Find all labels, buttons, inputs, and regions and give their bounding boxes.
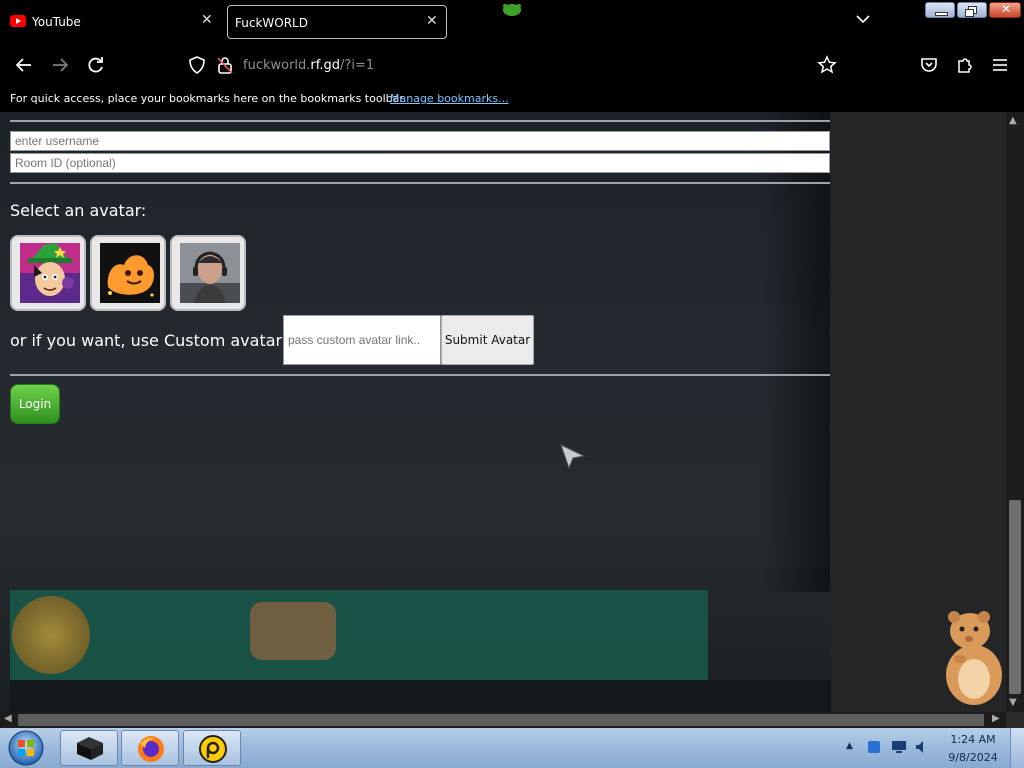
- network-tray-icon[interactable]: [891, 740, 907, 754]
- firefox-icon: [138, 736, 164, 762]
- pocket-icon[interactable]: [919, 55, 939, 75]
- show-hidden-icons-icon[interactable]: ▲: [846, 741, 853, 751]
- terminal-box-icon: [77, 737, 103, 760]
- custom-avatar-url-input[interactable]: [283, 315, 441, 365]
- forward-arrow-icon[interactable]: [50, 55, 70, 75]
- volume-tray-icon[interactable]: [914, 739, 930, 755]
- background-coin-shape: [12, 596, 90, 674]
- app-circle-icon: [199, 735, 227, 763]
- witch-avatar-image: [20, 243, 80, 303]
- scroll-down-arrow-icon[interactable]: ▼: [1009, 697, 1017, 708]
- taskbar-item-firefox[interactable]: [121, 730, 179, 766]
- custom-avatar-label: or if you want, use Custom avatar URL: [10, 331, 319, 350]
- orange-blob-avatar-image: [100, 243, 160, 303]
- divider: [10, 374, 830, 376]
- scroll-left-arrow-icon[interactable]: ◀: [4, 713, 12, 724]
- submit-avatar-button[interactable]: Submit Avatar: [441, 315, 534, 365]
- clock-date[interactable]: 9/8/2024: [942, 751, 1004, 764]
- cursor-arrow-icon: [560, 444, 586, 470]
- login-button[interactable]: Login: [10, 384, 60, 424]
- room-id-input[interactable]: [10, 153, 830, 173]
- vertical-scroll-thumb[interactable]: [1009, 500, 1021, 694]
- close-window-button[interactable]: ✕: [989, 2, 1021, 18]
- horizontal-scroll-thumb[interactable]: [18, 714, 984, 726]
- tab-bar: YouTube ✕ FuckWORLD ✕ ✕: [0, 0, 1024, 44]
- page-content: Select an avatar:: [0, 112, 1024, 712]
- hamburger-menu-icon[interactable]: [990, 55, 1010, 75]
- url-path: /?i=1: [340, 58, 375, 73]
- bookmarks-toolbar: For quick access, place your bookmarks h…: [0, 86, 1024, 112]
- tracking-shield-icon[interactable]: [187, 55, 207, 75]
- background-footer: [10, 680, 831, 712]
- scroll-right-arrow-icon[interactable]: ▶: [992, 713, 1000, 724]
- url-bar[interactable]: fuckworld.rf.gd/?i=1: [243, 58, 374, 73]
- security-tray-icon[interactable]: [866, 739, 882, 755]
- photo-avatar-image: [180, 243, 240, 303]
- clock-time[interactable]: 1:24 AM: [942, 733, 1004, 746]
- start-button-icon[interactable]: [6, 729, 46, 767]
- insecure-lock-icon[interactable]: [215, 55, 235, 75]
- avatar-option-orange-blob[interactable]: [90, 235, 166, 311]
- youtube-icon: [10, 15, 26, 27]
- list-tabs-chevron-icon[interactable]: [856, 14, 870, 24]
- avatar-option-witch[interactable]: [10, 235, 86, 311]
- background-banner: [10, 590, 708, 680]
- taskbar-item-app[interactable]: [183, 730, 241, 766]
- restore-button[interactable]: [957, 2, 987, 18]
- avatar-option-photo[interactable]: [170, 235, 246, 311]
- url-domain: rf.gd: [310, 58, 341, 73]
- back-arrow-icon[interactable]: [14, 55, 34, 75]
- divider: [10, 182, 830, 184]
- close-tab-icon[interactable]: ✕: [426, 13, 438, 29]
- background-blob-shape: [250, 602, 336, 660]
- bookmark-star-icon[interactable]: [817, 55, 837, 75]
- tab-title: YouTube: [32, 15, 81, 29]
- url-host: fuckworld.: [243, 58, 311, 73]
- taskbar: ▲ 1:24 AM 9/8/2024: [0, 728, 1024, 768]
- navigation-toolbar: fuckworld.rf.gd/?i=1: [0, 44, 1024, 86]
- tab-title: FuckWORLD: [235, 16, 308, 30]
- hamster-sticker: [946, 611, 1002, 705]
- background-shade: [760, 112, 830, 592]
- scroll-up-arrow-icon[interactable]: ▲: [1009, 115, 1017, 126]
- tab-fuckworld[interactable]: FuckWORLD ✕: [227, 5, 447, 39]
- bookmarks-hint: For quick access, place your bookmarks h…: [10, 92, 407, 105]
- reload-icon[interactable]: [86, 55, 106, 75]
- taskbar-item-terminal[interactable]: [60, 730, 118, 766]
- avatar-heading: Select an avatar:: [10, 201, 147, 220]
- scroll-corner: [1006, 712, 1024, 728]
- extensions-puzzle-icon[interactable]: [955, 55, 975, 75]
- close-tab-icon[interactable]: ✕: [201, 12, 213, 28]
- tab-youtube[interactable]: YouTube ✕: [0, 5, 222, 39]
- show-desktop-button[interactable]: [1010, 728, 1024, 768]
- divider: [10, 120, 830, 122]
- username-input[interactable]: [10, 131, 830, 151]
- manage-bookmarks-link[interactable]: Manage bookmarks...: [390, 92, 509, 105]
- new-tab-icon[interactable]: [496, 4, 528, 18]
- minimize-button[interactable]: [925, 2, 955, 18]
